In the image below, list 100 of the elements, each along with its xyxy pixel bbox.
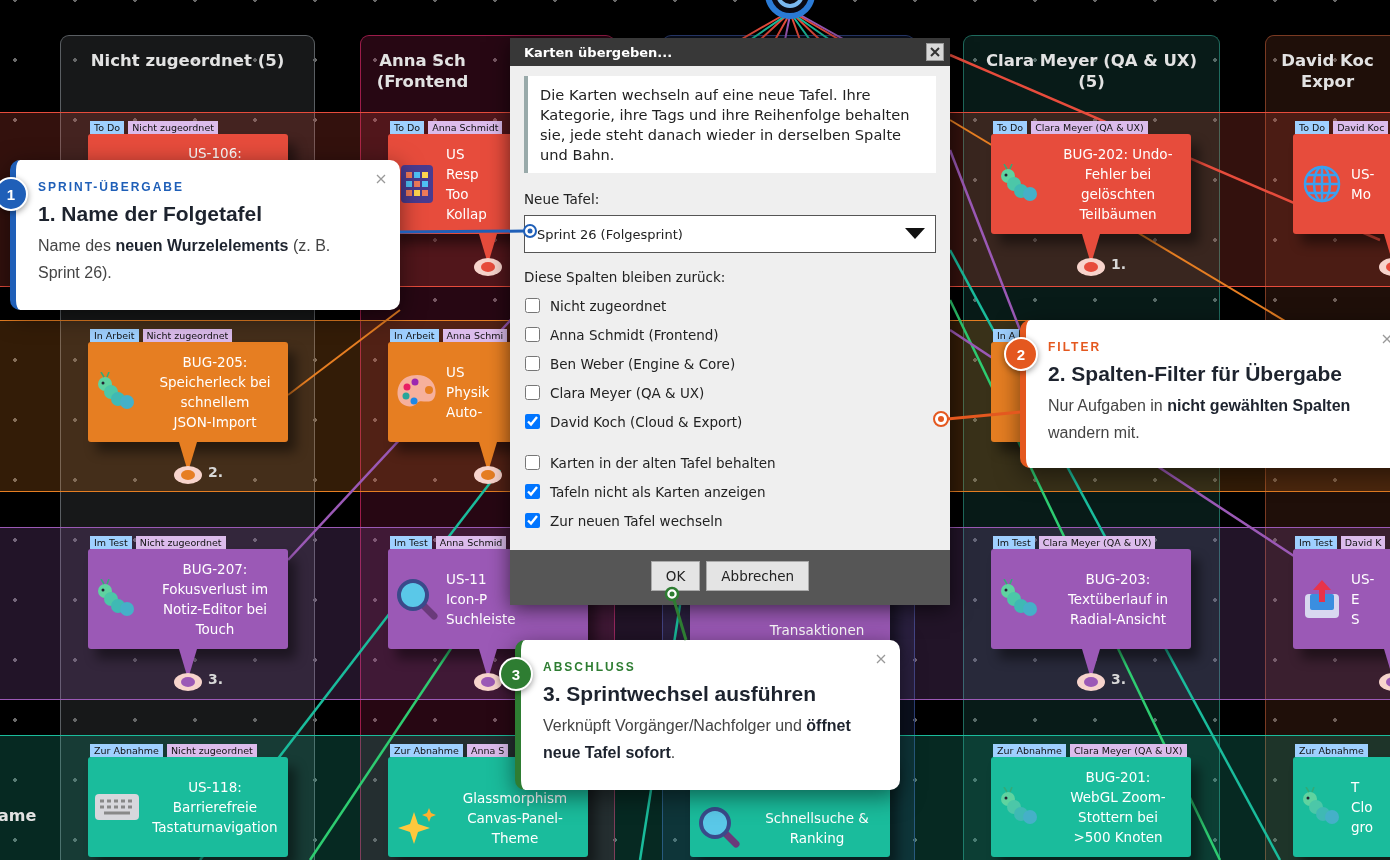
tag: Anna Schmidt: [428, 121, 503, 134]
tag: Nicht zugeordnet: [128, 121, 218, 134]
close-icon[interactable]: [376, 174, 386, 184]
checkbox-label: Tafeln nicht als Karten anzeigen: [550, 483, 766, 500]
tag: Nicht zugeordnet: [135, 536, 226, 549]
card-title: BUG-205: Speicherleck bei schnellem JSON-Import: [158, 353, 272, 432]
tag: Im Test: [390, 536, 432, 549]
tag: Anna Schmi: [442, 329, 508, 342]
tag: Zur Abnahme: [90, 744, 163, 757]
tag: Clara Meyer (QA & UX): [1038, 536, 1156, 549]
checkbox[interactable]: [525, 414, 540, 429]
step-badge: 1: [0, 177, 28, 211]
callout-kicker: SPRINT-ÜBERGABE: [38, 180, 184, 194]
info-text: Die Karten wechseln auf eine neue Tafel. Ihre Kategorie, ihre Tags und ihre Reihenfolge behalten sie, jede steht danach wieder in derselben Spalte und Bahn.: [524, 76, 936, 173]
card-title: US-106:: [187, 144, 243, 163]
magnifier-icon: [698, 806, 740, 848]
close-icon[interactable]: [876, 654, 886, 664]
card-title: Transaktionen: [768, 621, 866, 640]
close-button[interactable]: [926, 43, 944, 61]
section-label: Diese Spalten bleiben zurück:: [524, 269, 726, 285]
callout-text: Nur Aufgaben in nicht gewählten Spalten wandern mit.: [1048, 396, 1352, 443]
tag: Im Test: [1295, 536, 1337, 549]
tag: In A: [993, 329, 1020, 342]
callout-title: 2. Spalten-Filter für Übergabe: [1048, 362, 1343, 386]
checkbox[interactable]: [525, 484, 540, 499]
tag: Anna Schmid: [435, 536, 507, 549]
checkbox[interactable]: [525, 455, 540, 470]
board-select[interactable]: Sprint 26 (Folgesprint): [524, 215, 936, 253]
column-title: Clara Meyer (QA & UX) (5): [985, 50, 1198, 92]
task-card[interactable]: T Clo gro: [1293, 757, 1390, 857]
card-title: BUG-207: Fokusverlust im Notiz-Editor bei Touch: [160, 560, 270, 639]
callout-kicker: FILTER: [1048, 340, 1102, 354]
task-card[interactable]: US- Mo: [1293, 134, 1390, 234]
caret-icon: [905, 228, 925, 240]
callout-text: Name des neuen Wurzelelements (z. B. Sprint 26).: [38, 236, 332, 283]
close-icon[interactable]: [1382, 334, 1390, 344]
tag: In Arbeit: [90, 329, 139, 342]
checkbox[interactable]: [525, 513, 540, 528]
cancel-button[interactable]: Abbrechen: [706, 561, 810, 591]
column-title: David Koc Expor: [1281, 50, 1374, 92]
tag: Nicht zugeordnet: [166, 744, 257, 757]
dialog-title: Karten übergeben...: [524, 44, 673, 60]
checkbox[interactable]: [525, 385, 540, 400]
tag: Nicht zugeordnet: [142, 329, 233, 342]
tag: David Koc: [1333, 121, 1389, 134]
card-title: US- Mo: [1351, 165, 1376, 204]
tag: David K: [1340, 536, 1386, 549]
task-card[interactable]: US- E S: [1293, 549, 1390, 649]
card-title: US-118: Barrierefreie Tastaturnavigation: [151, 778, 279, 837]
tag: To Do: [1295, 121, 1330, 134]
order-number: 3.: [208, 671, 224, 687]
callout-title: 1. Name der Folgetafel: [38, 202, 263, 226]
keyboard-icon: [94, 792, 140, 822]
checkbox[interactable]: [525, 327, 540, 342]
tag: To Do: [390, 121, 425, 134]
task-card[interactable]: BUG-203: Textüberlauf in Radial-Ansicht: [991, 549, 1191, 649]
card-title: BUG-202: Undo- Fehler bei gelöschten Teilbäumen: [1062, 145, 1174, 224]
order-number: 2.: [208, 464, 224, 480]
card-title: Glassmorphism Canvas-Panel- Theme: [461, 789, 569, 848]
checkbox-label: Zur neuen Tafel wechseln: [550, 512, 723, 529]
tag: In Arbeit: [390, 329, 439, 342]
step-badge: 3: [499, 657, 533, 691]
tag: Clara Meyer (QA & UX): [1069, 744, 1187, 757]
card-title: Schnellsuche & Ranking: [764, 809, 870, 848]
upload-tray-icon: [1302, 578, 1342, 620]
order-number: 3.: [1111, 671, 1127, 687]
tag: To Do: [993, 121, 1028, 134]
checkbox-label: Anna Schmidt (Frontend): [550, 326, 719, 343]
task-card[interactable]: BUG-202: Undo- Fehler bei gelöschten Teilbäumen: [991, 134, 1191, 234]
tag: Im Test: [993, 536, 1035, 549]
card-title: US Physik Auto-: [446, 363, 491, 422]
tag: To Do: [90, 121, 125, 134]
tag: Clara Meyer (QA & UX): [1031, 121, 1148, 134]
card-title: US Resp Too Kollap: [446, 145, 488, 224]
tag: Zur Abnahme: [1295, 744, 1368, 757]
task-card[interactable]: BUG-205: Speicherleck bei schnellem JSON-Import: [88, 342, 288, 442]
ok-button[interactable]: OK: [650, 561, 701, 591]
checkbox[interactable]: [525, 298, 540, 313]
task-card[interactable]: US-118: Barrierefreie Tastaturnavigation: [88, 757, 288, 857]
task-card[interactable]: BUG-201: WebGL Zoom- Stottern bei >500 Knoten: [991, 757, 1191, 857]
magnifier-icon: [396, 578, 438, 620]
checkbox[interactable]: [525, 356, 540, 371]
checkbox-label: Karten in der alten Tafel behalten: [550, 454, 776, 471]
app-grid-icon: [400, 164, 434, 204]
tag: Zur Abnahme: [993, 744, 1066, 757]
order-number: 1.: [1111, 256, 1127, 272]
column-title: Anna Sch (Frontend: [376, 50, 469, 92]
close-icon: [930, 47, 940, 57]
card-title: BUG-203: Textüberlauf in Radial-Ansicht: [1066, 570, 1170, 629]
task-card[interactable]: BUG-207: Fokusverlust im Notiz-Editor bei Touch: [88, 549, 288, 649]
callout-kicker: ABSCHLUSS: [543, 660, 636, 674]
globe-icon: [1302, 164, 1342, 204]
tag: Im Test: [90, 536, 132, 549]
card-title: US- E S: [1351, 570, 1376, 629]
column-title: Nicht zugeordnet (5): [90, 50, 285, 71]
card-title: BUG-201: WebGL Zoom- Stottern bei >500 Knoten: [1069, 768, 1167, 847]
checkbox-label: Nicht zugeordnet: [550, 297, 667, 314]
tag: Anna S: [466, 744, 509, 757]
callout-title: 3. Sprintwechsel ausführen: [543, 682, 817, 706]
card-title: T Clo gro: [1351, 778, 1375, 837]
